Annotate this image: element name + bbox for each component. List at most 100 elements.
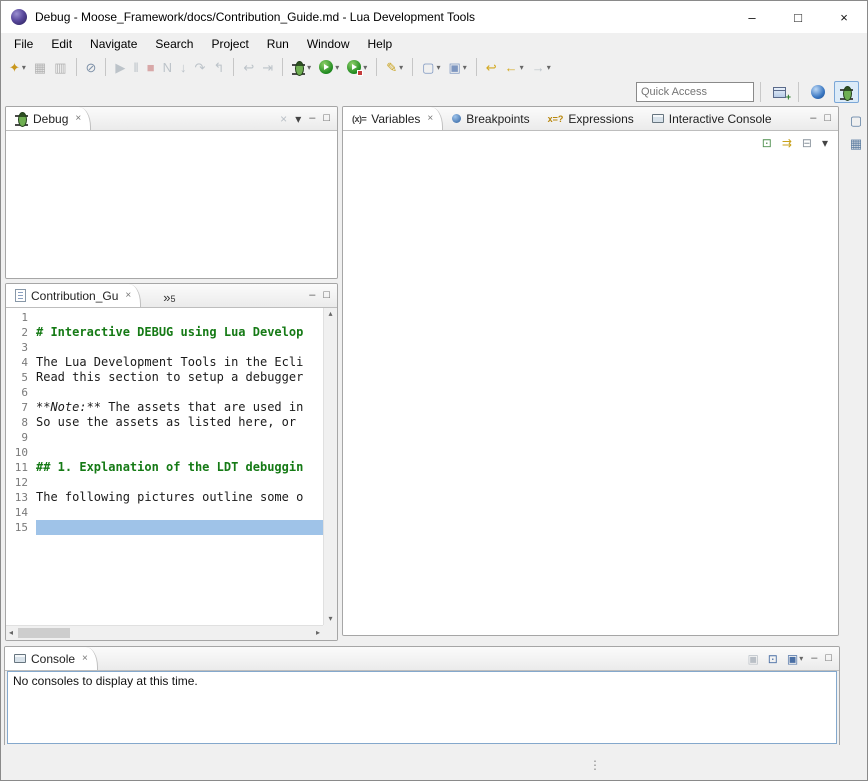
maximize-icon[interactable]: □ — [323, 290, 330, 301]
terminate-button[interactable]: ■ — [144, 56, 158, 78]
display-selected-console-icon[interactable]: ⊡ — [768, 653, 778, 665]
editor-line[interactable]: 7**Note:** The assets that are used in — [6, 400, 323, 415]
show-logical-structures-icon[interactable]: ⊡ — [762, 137, 772, 149]
maximize-icon[interactable]: □ — [825, 653, 832, 664]
scroll-left-icon[interactable]: ◂ — [9, 629, 13, 637]
close-icon[interactable]: × — [125, 290, 131, 301]
skip-all-breakpoints-button[interactable]: ⊘ — [83, 56, 100, 78]
toolbar-separator — [76, 58, 77, 76]
save-icon: ▦ — [34, 61, 46, 74]
open-console-page-icon[interactable]: ▣ — [747, 653, 758, 665]
minimize-icon[interactable]: ‒ — [309, 113, 315, 124]
editor-line[interactable]: 6 — [6, 385, 323, 400]
menu-item-file[interactable]: File — [5, 35, 42, 53]
last-edit-location-button[interactable]: ↩ — [483, 56, 500, 78]
line-number: 4 — [6, 355, 36, 370]
resume-button[interactable]: ▶ — [112, 56, 128, 78]
menu-item-search[interactable]: Search — [146, 35, 202, 53]
window-maximize-button[interactable]: □ — [775, 1, 821, 33]
drop-to-frame-button[interactable]: ↩ — [240, 56, 257, 78]
step-into-button[interactable]: ↓ — [177, 56, 190, 78]
editor-line[interactable]: 14 — [6, 505, 323, 520]
collapse-all-icon[interactable]: ⊟ — [802, 137, 812, 149]
menu-item-window[interactable]: Window — [298, 35, 359, 53]
last-edit-location-icon: ↩ — [486, 61, 497, 74]
line-number: 15 — [6, 520, 36, 535]
scroll-right-icon[interactable]: ▸ — [316, 629, 320, 637]
editor-line[interactable]: 12 — [6, 475, 323, 490]
editor-text-area[interactable]: 12# Interactive DEBUG using Lua Develop3… — [6, 308, 323, 625]
tab-debug[interactable]: Debug × — [6, 107, 91, 130]
tab-breakpoints[interactable]: Breakpoints — [443, 107, 538, 130]
menu-item-run[interactable]: Run — [258, 35, 298, 53]
view-menu-icon[interactable]: ▾ — [295, 113, 301, 125]
tab-interactive-console[interactable]: Interactive Console — [643, 107, 781, 130]
editor-vertical-scrollbar[interactable]: ▴ ▾ — [323, 308, 337, 625]
maximize-icon[interactable]: □ — [824, 113, 831, 124]
external-tools-button[interactable]: ▾ — [344, 56, 370, 78]
editor-line[interactable]: 10 — [6, 445, 323, 460]
step-return-button[interactable]: ↰ — [210, 56, 227, 78]
minimize-icon[interactable]: ‒ — [309, 290, 315, 301]
editor-line[interactable]: 4The Lua Development Tools in the Ecli — [6, 355, 323, 370]
scroll-up-icon[interactable]: ▴ — [328, 310, 332, 318]
close-icon[interactable]: × — [427, 113, 433, 124]
run-button[interactable]: ▾ — [316, 56, 342, 78]
remove-all-terminated-icon[interactable]: × — [280, 113, 287, 125]
sash-grip[interactable]: ⋮ — [589, 759, 601, 771]
open-console-icon[interactable]: ▣▾ — [787, 653, 803, 665]
open-lua-element-button[interactable]: ▣▾ — [445, 56, 469, 78]
new-lua-file-button[interactable]: ▢▾ — [419, 56, 443, 78]
new-button[interactable]: ✦▾ — [6, 56, 29, 78]
quick-access-input[interactable] — [636, 82, 754, 102]
add-watch-icon[interactable]: ⇉ — [782, 137, 792, 149]
editor-line[interactable]: 3 — [6, 340, 323, 355]
save-button[interactable]: ▦ — [31, 56, 49, 78]
scrollbar-thumb[interactable] — [18, 628, 70, 638]
editor-line[interactable]: 13The following pictures outline some o — [6, 490, 323, 505]
menu-item-help[interactable]: Help — [359, 35, 402, 53]
step-over-button[interactable]: ↷ — [192, 56, 209, 78]
back-button[interactable]: ←▾ — [502, 56, 527, 78]
use-step-filters-button[interactable]: ⇥ — [259, 56, 276, 78]
editor-line[interactable]: 8So use the assets as listed here, or — [6, 415, 323, 430]
ldt-perspective-button[interactable] — [805, 81, 830, 103]
editor-line[interactable]: 2# Interactive DEBUG using Lua Develop — [6, 325, 323, 340]
view-menu-icon[interactable]: ▾ — [822, 137, 828, 149]
disconnect-button[interactable]: N — [160, 56, 175, 78]
debug-button[interactable]: ▾ — [289, 56, 314, 78]
minimize-icon[interactable]: ‒ — [810, 113, 816, 124]
restore-minimized-view-icon[interactable]: ▢ — [850, 114, 862, 127]
mark-occurrences-button[interactable]: ✎▾ — [383, 56, 406, 78]
tab-contribution-guide[interactable]: Contribution_Gu × — [6, 284, 141, 307]
close-icon[interactable]: × — [82, 653, 88, 664]
menu-item-edit[interactable]: Edit — [42, 35, 81, 53]
forward-button[interactable]: →▾ — [529, 56, 554, 78]
console-content[interactable]: No consoles to display at this time. — [7, 671, 837, 744]
suspend-button[interactable]: ‖ — [130, 56, 141, 78]
window-minimize-button[interactable]: – — [729, 1, 775, 33]
editor-horizontal-scrollbar[interactable]: ◂ ▸ — [6, 625, 323, 640]
tab-expressions[interactable]: x=?Expressions — [539, 107, 643, 130]
debug-view-content[interactable] — [6, 131, 337, 278]
menu-item-project[interactable]: Project — [202, 35, 257, 53]
editor-line[interactable]: 11## 1. Explanation of the LDT debuggin — [6, 460, 323, 475]
tab-console[interactable]: Console × — [5, 647, 98, 670]
minimize-icon[interactable]: ‒ — [811, 653, 817, 664]
open-perspective-button[interactable] — [767, 81, 792, 103]
tab-variables[interactable]: (x)=Variables× — [343, 107, 443, 130]
editor-line[interactable]: 5Read this section to setup a debugger — [6, 370, 323, 385]
editor-line[interactable]: 1 — [6, 310, 323, 325]
save-all-button[interactable]: ▥ — [51, 56, 69, 78]
editor-line[interactable]: 15 — [6, 520, 323, 535]
window-close-button[interactable]: × — [821, 1, 867, 33]
debug-perspective-button[interactable] — [834, 81, 859, 103]
close-icon[interactable]: × — [75, 113, 81, 124]
variables-content[interactable] — [343, 155, 838, 635]
scroll-down-icon[interactable]: ▾ — [328, 615, 332, 623]
maximize-icon[interactable]: □ — [323, 113, 330, 124]
editor-line[interactable]: 9 — [6, 430, 323, 445]
minimized-view-icon[interactable]: ▦ — [850, 137, 862, 150]
menu-item-navigate[interactable]: Navigate — [81, 35, 146, 53]
editor-overflow-tabs[interactable]: » 5 — [157, 284, 181, 307]
